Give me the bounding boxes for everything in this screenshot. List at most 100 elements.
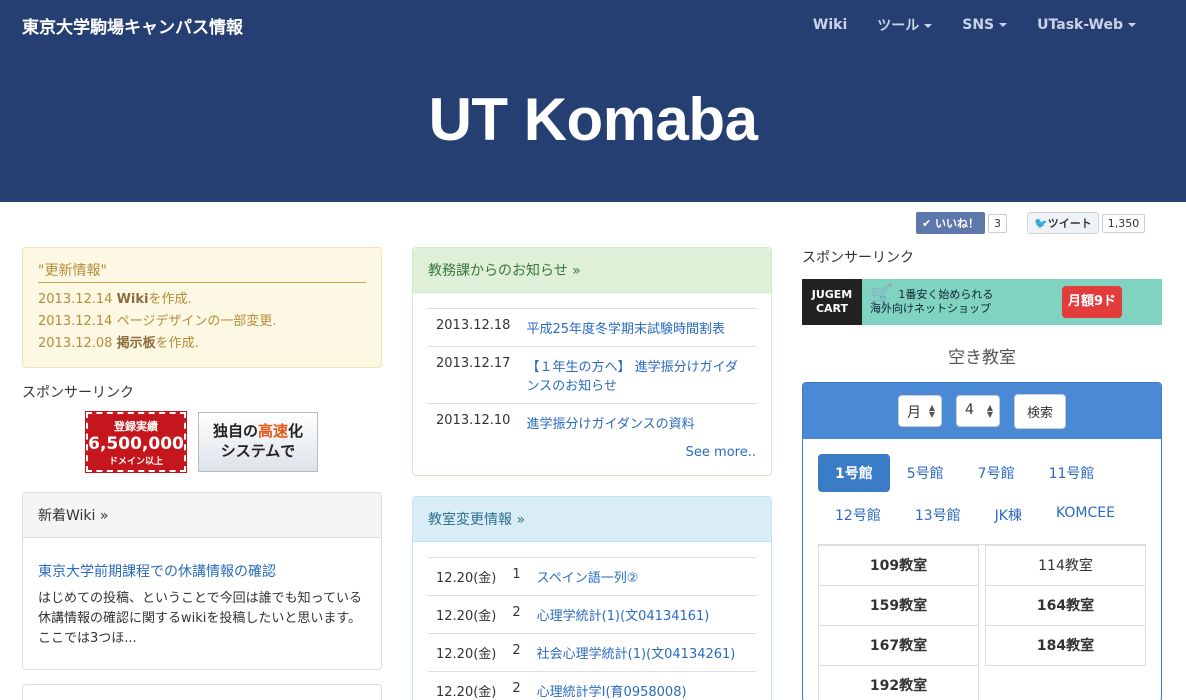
right-column: スポンサーリンク JUGEM CART 🛒 1番安く始められる 海外向けネットシ… [802, 247, 1162, 700]
wiki-post-excerpt: はじめての投稿、ということで今回は誰でも知っている休講情報の確認に関するwiki… [38, 591, 362, 646]
table-row: 2013.12.17 【１年生の方へ】 進学振分けガイダンスのお知らせ [428, 346, 756, 404]
update-link[interactable]: 掲示板 [117, 336, 156, 351]
notice-link[interactable]: 平成25年度冬学期末試験時間割表 [526, 322, 725, 337]
table-row: 12.20(金) 1 スペイン語一列② [428, 557, 756, 596]
middle-column: 教務課からのお知らせ » 2013.12.18 平成25年度冬学期末試験時間割表 … [412, 247, 772, 700]
nav-links: Wiki ツール SNS UTask-Web [783, 0, 1136, 50]
room-change-header[interactable]: 教室変更情報 » [413, 497, 771, 542]
change-period: 2 [504, 671, 529, 700]
updown-icon: ▲ ▼ [986, 403, 993, 419]
tweet-button[interactable]: 🐦ツイート [1027, 212, 1099, 234]
room-change-table: 12.20(金) 1 スペイン語一列② 12.20(金) 2 心理学統計(1)(文041… [428, 557, 756, 700]
ad-small-text: 登録実績 [114, 420, 158, 433]
update-link[interactable]: Wiki [117, 292, 149, 307]
domain-ad-banner[interactable]: 登録実績 6,500,000 ドメイン以上 [85, 411, 187, 473]
room-item[interactable]: 114教室 [985, 545, 1146, 586]
change-date: 12.20(金) [428, 633, 505, 672]
change-date: 12.20(金) [428, 557, 505, 596]
change-period: 2 [504, 633, 529, 672]
room-item[interactable]: 164教室 [985, 585, 1146, 626]
tab-building-7[interactable]: 7号館 [961, 454, 1032, 492]
table-row: 12.20(金) 2 社会心理学統計(1)(文04134261) [428, 633, 756, 672]
like-count: 3 [988, 214, 1008, 233]
room-item[interactable]: 167教室 [818, 625, 979, 666]
update-row: 2013.12.14 ページデザインの一部変更. [38, 311, 366, 333]
search-button[interactable]: 検索 [1013, 393, 1066, 429]
ad-big-text: 6,500,000 [88, 434, 184, 454]
room-change-body: 12.20(金) 1 スペイン語一列② 12.20(金) 2 心理学統計(1)(文041… [413, 542, 771, 700]
update-date: 2013.12.14 [38, 292, 113, 307]
change-period: 1 [504, 557, 529, 596]
tweet-count: 1,350 [1101, 214, 1146, 233]
kyomu-body: 2013.12.18 平成25年度冬学期末試験時間割表 2013.12.17 【１年… [413, 293, 771, 445]
period-select[interactable]: 4 ▲ ▼ [955, 395, 1000, 427]
kyomu-header[interactable]: 教務課からのお知らせ » [413, 248, 771, 293]
tweet-label: ツイート [1047, 217, 1092, 230]
day-select[interactable]: 月 ▲ ▼ [897, 395, 942, 427]
update-date: 2013.12.14 [38, 314, 113, 329]
jugem-cart-ad[interactable]: JUGEM CART 🛒 1番安く始められる 海外向けネットショップ 月額9ドル [802, 279, 1162, 341]
update-text: を作成. [148, 292, 192, 307]
update-text: を作成. [155, 336, 199, 351]
caret-down-icon [999, 23, 1008, 27]
jugem-line1: 1番安く始められる [898, 288, 994, 301]
twitter-bird-icon: 🐦 [1034, 217, 1048, 230]
updown-icon: ▲ ▼ [928, 403, 935, 419]
tab-building-1[interactable]: 1号館 [818, 454, 890, 492]
new-wiki-panel: 新着Wiki » 東京大学前期課程での休講情報の確認 はじめての投稿、ということ… [22, 492, 382, 670]
change-link[interactable]: 心理統計学I(育0958008) [537, 685, 687, 700]
jugem-logo: JUGEM CART [802, 279, 862, 325]
room-item[interactable]: 109教室 [818, 545, 979, 586]
kyomu-table: 2013.12.18 平成25年度冬学期末試験時間割表 2013.12.17 【１年… [428, 308, 756, 441]
top-navbar: 東京大学駒場キャンパス情報 Wiki ツール SNS UTask-Web [0, 0, 1186, 50]
change-link[interactable]: スペイン語一列② [537, 571, 639, 586]
site-brand[interactable]: 東京大学駒場キャンパス情報 [22, 13, 243, 38]
nav-sns[interactable]: SNS [962, 17, 1008, 33]
nav-tools-label: ツール [877, 18, 920, 34]
kyomu-panel: 教務課からのお知らせ » 2013.12.18 平成25年度冬学期末試験時間割表 … [412, 247, 772, 476]
facebook-like[interactable]: ✔ いいね！ 3 [916, 212, 1008, 234]
tab-building-13[interactable]: 13号館 [898, 496, 978, 534]
nav-wiki[interactable]: Wiki [813, 17, 847, 33]
period-value: 4 [964, 402, 974, 418]
change-period: 2 [504, 595, 529, 634]
nav-utask-label: UTask-Web [1037, 17, 1123, 33]
change-link[interactable]: 心理学統計(1)(文04134161) [537, 609, 710, 624]
change-link[interactable]: 社会心理学統計(1)(文04134261) [537, 647, 736, 662]
hero-banner: UT Komaba [0, 50, 1186, 202]
day-value: 月 [906, 405, 921, 421]
room-search-bar: 月 ▲ ▼ 4 ▲ ▼ 検索 [803, 383, 1161, 439]
twitter-tweet[interactable]: 🐦ツイート 1,350 [1027, 212, 1146, 234]
nav-tools[interactable]: ツール [877, 15, 933, 35]
update-date: 2013.12.08 [38, 336, 113, 351]
nav-utask[interactable]: UTask-Web [1037, 17, 1136, 33]
tab-building-komcee[interactable]: KOMCEE [1039, 496, 1132, 534]
update-info: "更新情報" 2013.12.14 Wikiを作成. 2013.12.14 ペー… [22, 247, 382, 368]
jugem-text: 🛒 1番安く始められる 海外向けネットショップ [862, 284, 1062, 316]
tab-building-jk[interactable]: JK棟 [978, 496, 1039, 534]
change-date: 12.20(金) [428, 671, 505, 700]
speed-ad-banner[interactable]: 独自の高速化 システムで [198, 412, 318, 472]
notice-link[interactable]: 【１年生の方へ】 進学振分けガイダンスのお知らせ [526, 360, 738, 394]
caret-down-icon [1128, 23, 1136, 27]
room-item[interactable]: 192教室 [818, 665, 979, 700]
notice-link[interactable]: 進学振分けガイダンスの資料 [526, 417, 694, 432]
new-wiki-body: 東京大学前期課程での休講情報の確認 はじめての投稿、ということで今回は誰でも知っ… [23, 538, 381, 664]
new-wiki-header[interactable]: 新着Wiki » [23, 493, 381, 538]
room-item[interactable]: 159教室 [818, 585, 979, 626]
room-change-panel: 教室変更情報 » 12.20(金) 1 スペイン語一列② 12.20(金) 2 心理学統… [412, 496, 772, 700]
tab-building-5[interactable]: 5号館 [890, 454, 961, 492]
room-item[interactable]: 184教室 [985, 625, 1146, 666]
next-panel [22, 684, 382, 700]
building-tabs: 1号館 5号館 7号館 11号館 12号館 13号館 JK棟 KOMCEE [803, 439, 1161, 538]
cart-icon: 🛒 [870, 284, 893, 305]
ad2-text: 化 [288, 422, 304, 440]
sponsor-label: スポンサーリンク [22, 385, 134, 401]
wiki-post-title[interactable]: 東京大学前期課程での休講情報の確認 [38, 561, 366, 581]
tab-building-12[interactable]: 12号館 [818, 496, 898, 534]
see-more-link[interactable]: See more.. [413, 445, 771, 468]
tab-building-11[interactable]: 11号館 [1032, 454, 1112, 492]
notice-date: 2013.12.10 [428, 403, 519, 441]
caret-down-icon [924, 24, 933, 28]
like-button[interactable]: ✔ いいね！ [916, 212, 986, 234]
